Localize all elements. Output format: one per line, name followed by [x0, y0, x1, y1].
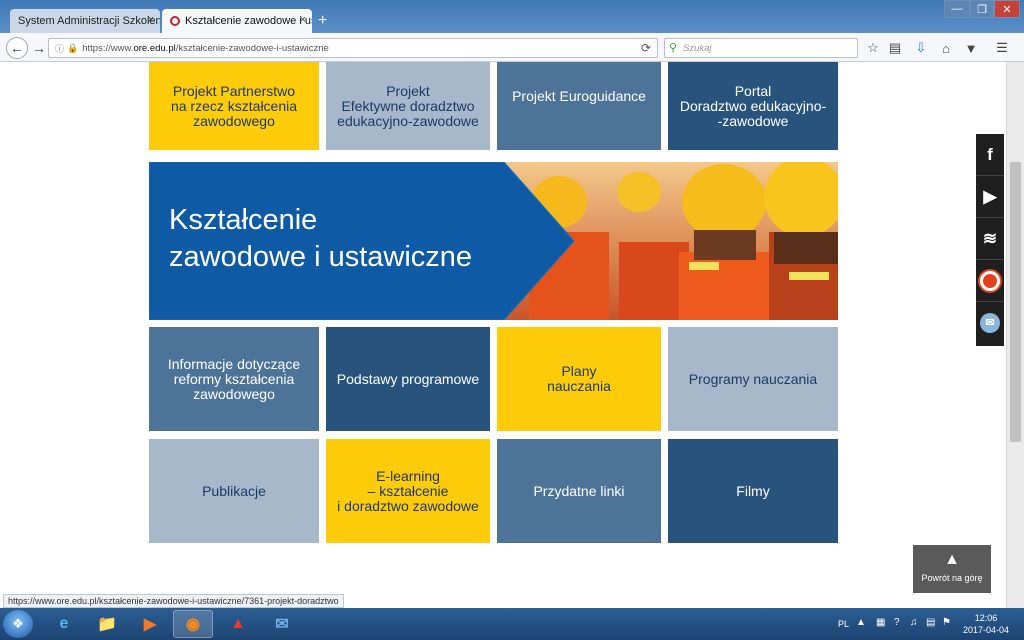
mail-icon[interactable]: ✉	[976, 302, 1004, 344]
back-button[interactable]: ←	[6, 37, 28, 59]
tile-programy-nauczania[interactable]: Programy nauczania	[668, 327, 838, 431]
tile-e-learning[interactable]: E-learning – kształcenie i doradztwo zaw…	[326, 439, 490, 543]
bookmark-star-icon[interactable]: ☆	[864, 39, 882, 57]
banner-title[interactable]: Kształcenie zawodowe i ustawiczne	[169, 202, 472, 276]
browser-chrome: System Administracji Szkolenia... × Kszt…	[0, 0, 1024, 62]
tab-label: System Administracji Szkolenia...	[18, 15, 160, 27]
url-host: ore.edu.pl	[133, 42, 176, 54]
tile-publikacje[interactable]: Publikacje	[149, 439, 319, 543]
search-icon: ⚲	[669, 42, 678, 54]
hero-banner: Kształcenie zawodowe i ustawiczne	[149, 162, 838, 320]
tray-app-icon[interactable]: ▦	[876, 617, 885, 628]
tab-label: Kształcenie zawodowe i ustа...	[185, 15, 312, 27]
download-icon[interactable]: ⇩	[912, 39, 930, 57]
close-window-button[interactable]: ✕	[994, 0, 1020, 18]
search-placeholder: Szukaj	[683, 42, 712, 54]
tray-arrow-icon[interactable]: ▲	[856, 617, 866, 628]
info-icon[interactable]: ⓘ	[55, 42, 64, 55]
ore-favicon-icon	[170, 16, 180, 26]
reload-icon[interactable]: ⟳	[641, 41, 651, 55]
tile-filmy[interactable]: Filmy	[668, 439, 838, 543]
arrow-left-icon: ←	[10, 40, 24, 56]
url-bar[interactable]: ⓘ 🔒 https://www. ore.edu.pl /kształcenie…	[48, 38, 658, 58]
folder-icon[interactable]: 📁	[87, 610, 127, 638]
back-to-top-label: Powrót na górę	[921, 573, 983, 583]
language-indicator[interactable]: PL	[838, 619, 849, 629]
url-prefix: https://www.	[82, 42, 134, 54]
firefox-icon[interactable]: ◉	[173, 610, 213, 638]
nav-bar: ← → ⓘ 🔒 https://www. ore.edu.pl /kształc…	[0, 33, 1024, 62]
chevron-up-icon: ▲	[944, 551, 960, 568]
pocket-icon[interactable]: ▼	[962, 39, 980, 57]
tile-projekt-partnerstwo[interactable]: Projekt Partnerstwo na rzecz kształcenia…	[149, 62, 319, 150]
tile-podstawy-programowe[interactable]: Podstawy programowe	[326, 327, 490, 431]
forward-button[interactable]: →	[29, 38, 49, 58]
back-to-top-button[interactable]: ▲ Powrót na górę	[913, 545, 991, 593]
youtube-icon[interactable]: ▶	[976, 176, 1004, 218]
social-sidebar: f ▶ ≋ ✉	[976, 134, 1004, 346]
tile-projekt-efektywne-doradztwo[interactable]: Projekt Efektywne doradztwo edukacyjno-z…	[326, 62, 490, 150]
thunderbird-icon[interactable]: ✉	[262, 610, 302, 638]
windows-taskbar: ❖ e 📁 ▶ ◉ ▲ ✉ PL ▲ ▦ ? ♫ ▤ ⚑ 12:06 2017-…	[0, 608, 1024, 640]
lock-icon[interactable]: 🔒	[67, 43, 78, 54]
tile-portal-doradztwo[interactable]: Portal Doradztwo edukacyjno- -zawodowe	[668, 62, 838, 150]
network-icon[interactable]: ▤	[926, 617, 935, 628]
tab-ksztalcenie[interactable]: Kształcenie zawodowe i ustа... ×	[162, 9, 312, 33]
facebook-icon[interactable]: f	[976, 134, 1004, 176]
system-clock[interactable]: 12:06 2017-04-04	[960, 612, 1012, 636]
reading-list-icon[interactable]: ▤	[886, 39, 904, 57]
url-path: /kształcenie-zawodowe-i-ustawiczne	[175, 42, 329, 54]
volume-icon[interactable]: ♫	[910, 617, 918, 628]
tab-system-administracji[interactable]: System Administracji Szkolenia... ×	[10, 9, 160, 33]
arrow-right-icon: →	[32, 40, 46, 56]
tab-strip: System Administracji Szkolenia... × Kszt…	[0, 0, 1024, 33]
new-tab-button[interactable]: +	[318, 12, 327, 30]
tile-przydatne-linki[interactable]: Przydatne linki	[497, 439, 661, 543]
tab-close-icon[interactable]: ×	[148, 14, 154, 26]
menu-icon[interactable]: ☰	[993, 39, 1011, 57]
media-player-icon[interactable]: ▶	[130, 610, 170, 638]
clock-date: 2017-04-04	[962, 625, 1010, 635]
start-button[interactable]: ❖	[3, 610, 33, 638]
page-scrollbar[interactable]	[1006, 62, 1024, 608]
action-center-flag-icon[interactable]: ⚑	[942, 617, 951, 628]
target-icon[interactable]	[976, 260, 1004, 302]
search-input[interactable]: ⚲ Szukaj	[664, 38, 858, 58]
clock-time: 12:06	[974, 613, 998, 623]
web-page: Projekt Partnerstwo na rzecz kształcenia…	[0, 62, 1024, 608]
scrollbar-thumb[interactable]	[1010, 162, 1021, 442]
tab-close-icon[interactable]: ×	[300, 14, 306, 26]
help-icon[interactable]: ?	[894, 617, 900, 628]
status-url: https://www.ore.edu.pl/kształcenie-zawod…	[3, 594, 344, 608]
internet-explorer-icon[interactable]: e	[44, 610, 84, 638]
home-icon[interactable]: ⌂	[937, 39, 955, 57]
minimize-button[interactable]: —	[944, 0, 970, 18]
acrobat-icon[interactable]: ▲	[218, 610, 258, 638]
rss-icon[interactable]: ≋	[976, 218, 1004, 260]
tile-projekt-euroguidance[interactable]: Projekt Euroguidance	[497, 62, 661, 150]
tile-informacje-reforma[interactable]: Informacje dotyczące reformy kształcenia…	[149, 327, 319, 431]
tile-plany-nauczania[interactable]: Plany nauczania	[497, 327, 661, 431]
maximize-button[interactable]: ❐	[970, 0, 994, 18]
